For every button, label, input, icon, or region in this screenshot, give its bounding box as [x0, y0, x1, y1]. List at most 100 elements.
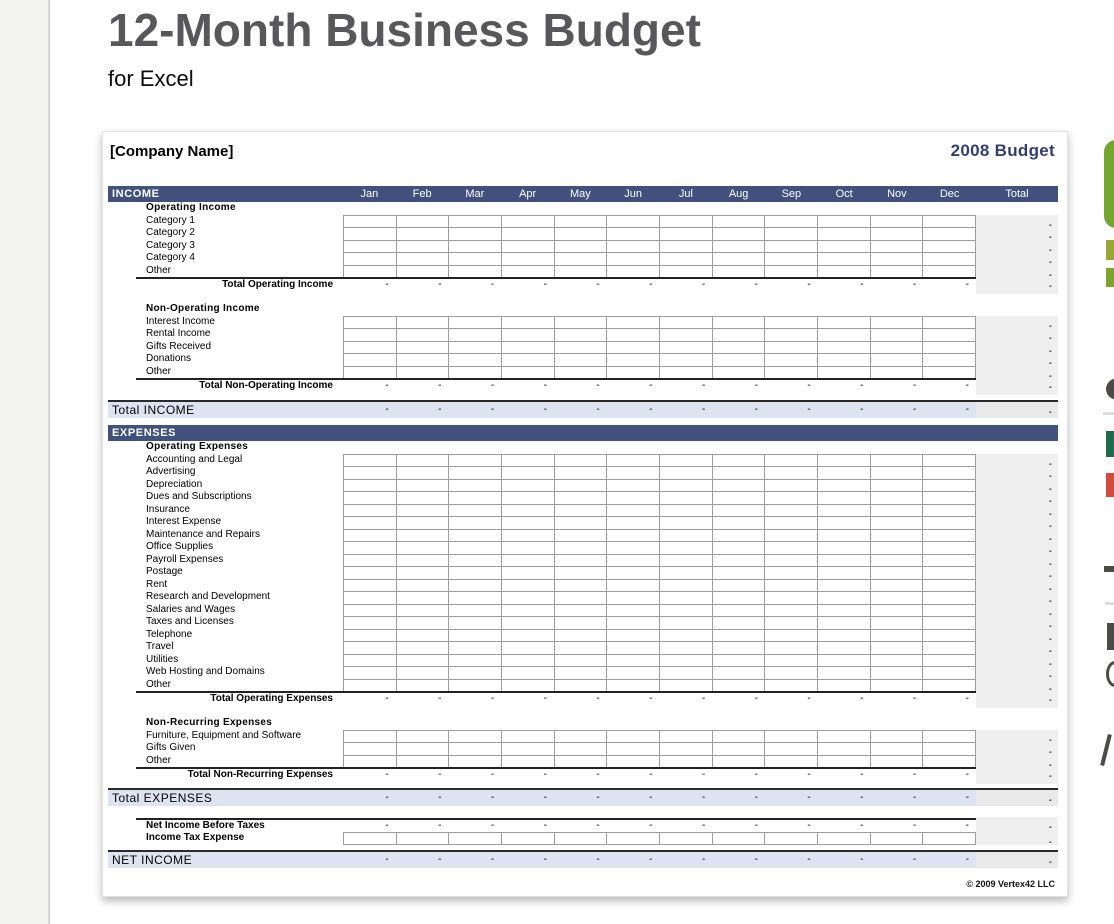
spreadsheet-cell [660, 641, 713, 654]
spreadsheet-cell [397, 479, 450, 492]
expense-row: Advertising - [108, 466, 1058, 479]
dash-value: - [660, 380, 713, 392]
download-link-fragment-1[interactable] [1106, 240, 1114, 260]
spreadsheet-cell [607, 504, 660, 517]
spreadsheet-cell [555, 504, 608, 517]
spreadsheet-cell [502, 666, 555, 679]
row-total-cell: - [976, 641, 1058, 654]
spreadsheet-cell [923, 227, 976, 240]
dash-value: - [343, 404, 396, 416]
spreadsheet-cell [397, 353, 450, 366]
spreadsheet-cell [923, 616, 976, 629]
spreadsheet-cell [660, 466, 713, 479]
dash-value: - [765, 854, 818, 866]
expense-row: Insurance - [108, 504, 1058, 517]
input-cells [343, 252, 976, 265]
input-cells [343, 265, 976, 278]
dash-value: - [765, 820, 818, 832]
page-header: 12-Month Business Budget for Excel [108, 2, 701, 92]
spreadsheet-cell [923, 641, 976, 654]
row-total-cell: - [976, 504, 1058, 517]
spreadsheet-cell [555, 654, 608, 667]
spreadsheet-cell [607, 215, 660, 228]
dash-value: - [871, 820, 924, 832]
page-title: 12-Month Business Budget [108, 2, 701, 58]
spacer [108, 781, 1058, 788]
spreadsheet-cell [871, 227, 924, 240]
spreadsheet-cell [765, 541, 818, 554]
spreadsheet-cell [555, 554, 608, 567]
spreadsheet-cell [397, 328, 450, 341]
spreadsheet-cell [765, 491, 818, 504]
spreadsheet-cell [818, 579, 871, 592]
spreadsheet-cell [765, 566, 818, 579]
row-total-cell: - [976, 353, 1058, 366]
income-row: Other - [108, 265, 1058, 278]
dash-value: - [923, 854, 976, 866]
month-col-header: Nov [871, 186, 924, 202]
month-col-header: May [554, 186, 607, 202]
income-row: Category 3 - [108, 240, 1058, 253]
spreadsheet-cell [871, 341, 924, 354]
dash-value: - [765, 769, 818, 781]
dash-value: - [923, 769, 976, 781]
spreadsheet-cell [765, 240, 818, 253]
download-link-fragment-2[interactable] [1106, 268, 1114, 287]
dash-value: - [818, 854, 871, 866]
row-total-cell: - [976, 604, 1058, 617]
spreadsheet-cell [923, 591, 976, 604]
spreadsheet-cell [923, 832, 976, 845]
spreadsheet-cell [660, 591, 713, 604]
row-total-cell: - [976, 341, 1058, 354]
row-label: Depreciation [108, 479, 343, 492]
spreadsheet-cell [449, 554, 502, 567]
spreadsheet-cell [343, 730, 397, 743]
row-total-cell: - [976, 566, 1058, 579]
spreadsheet-cell [449, 629, 502, 642]
spreadsheet-cell [871, 554, 924, 567]
dash-cells: ------------ [343, 792, 976, 804]
row-total-cell: - [976, 479, 1058, 492]
subtotal-label: Total Non-Operating Income [136, 380, 343, 392]
row-label: Category 2 [108, 227, 343, 240]
spreadsheet-cell [449, 341, 502, 354]
spreadsheet-cell [449, 491, 502, 504]
month-col-header: Sep [765, 186, 818, 202]
row-total-cell: - [976, 742, 1058, 755]
dash-value: - [818, 769, 871, 781]
spreadsheet-cell [343, 328, 397, 341]
spreadsheet-cell [343, 616, 397, 629]
spreadsheet-cell [660, 654, 713, 667]
spreadsheet-cell [502, 328, 555, 341]
dash-value: - [449, 769, 502, 781]
spreadsheet-cell [713, 353, 766, 366]
spreadsheet-cell [765, 353, 818, 366]
spreadsheet-cell [871, 730, 924, 743]
expense-row: Rent - [108, 579, 1058, 592]
spreadsheet-cell [923, 316, 976, 329]
spreadsheet-cell [502, 641, 555, 654]
spreadsheet-cell [607, 666, 660, 679]
input-cells [343, 579, 976, 592]
band-label: NET INCOME [108, 854, 343, 866]
dash-value: - [449, 820, 502, 832]
spreadsheet-cell [871, 755, 924, 768]
spreadsheet-cell [555, 755, 608, 768]
spreadsheet-cell [449, 479, 502, 492]
spreadsheet-cell [502, 215, 555, 228]
spreadsheet-cell [871, 579, 924, 592]
input-cells [343, 832, 976, 845]
spreadsheet-cell [818, 591, 871, 604]
spreadsheet-cell [923, 265, 976, 278]
spreadsheet-cell [343, 353, 397, 366]
excel-file-icon-fragment[interactable] [1106, 431, 1114, 457]
spreadsheet-cell [502, 591, 555, 604]
spreadsheet-cell [713, 566, 766, 579]
spreadsheet-cell [765, 616, 818, 629]
spreadsheet-cell [502, 604, 555, 617]
spreadsheet-cell [502, 491, 555, 504]
subtotal-row: Total Non-Operating Income ------------ … [136, 378, 1058, 392]
download-button-fragment[interactable] [1104, 140, 1114, 228]
file-type-icon-fragment[interactable] [1106, 473, 1114, 497]
spreadsheet-cell [818, 742, 871, 755]
